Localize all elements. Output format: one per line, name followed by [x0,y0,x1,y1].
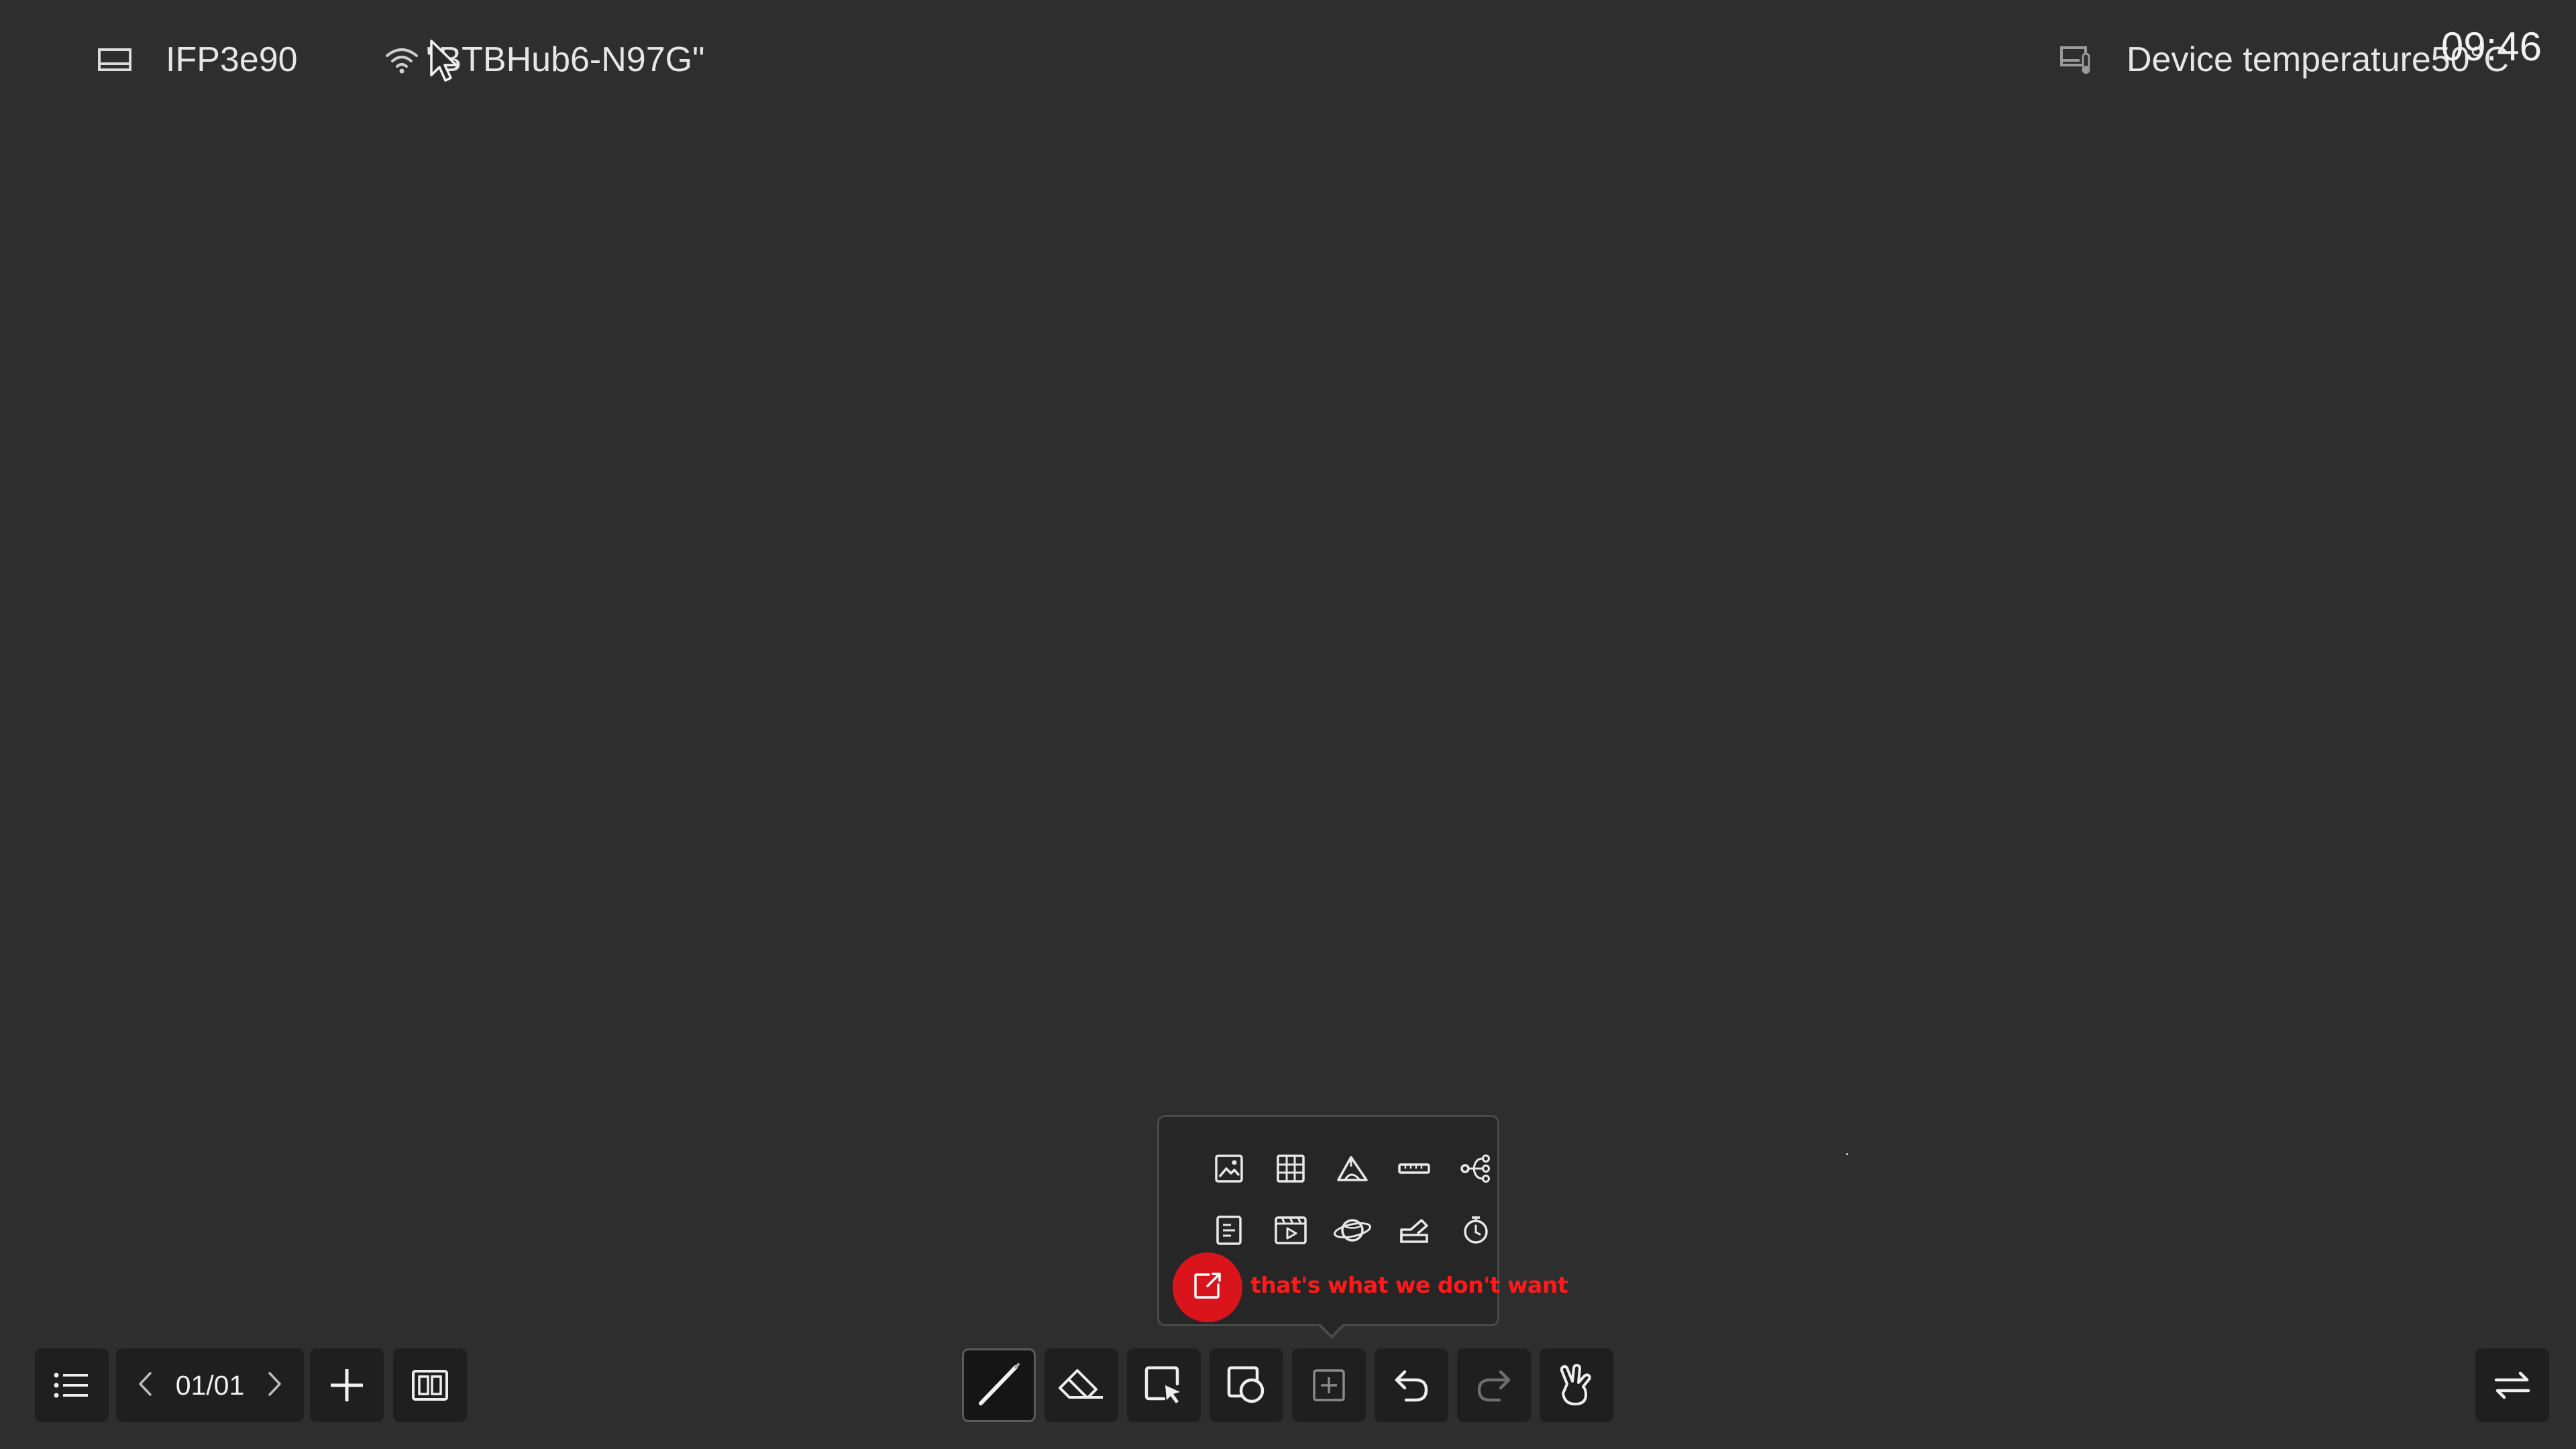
video-icon[interactable] [1269,1209,1312,1252]
page-overview-button[interactable] [393,1348,467,1422]
select-tool-button[interactable] [1127,1348,1201,1422]
image-icon[interactable] [1208,1147,1250,1190]
next-page-button[interactable] [258,1368,292,1402]
whiteboard-screen: IFP3e90 "BTBHub6-N97G" Device temperatur… [0,0,2576,1449]
eraser-icon [1057,1366,1106,1404]
mind-map-icon[interactable] [1454,1147,1497,1190]
switch-sides-button[interactable] [2475,1348,2549,1422]
undo-icon [1393,1368,1430,1403]
shapes-icon [1226,1365,1267,1405]
select-icon [1144,1365,1184,1405]
undo-button[interactable] [1375,1348,1448,1422]
annotation-label: that's what we don't want [1250,1272,1568,1298]
chevron-right-icon [267,1371,283,1401]
notes-icon[interactable] [1208,1209,1250,1252]
pen-tool-button[interactable] [962,1348,1036,1422]
mouse-cursor-icon [429,39,460,87]
more-tools-icon [1311,1368,1346,1403]
more-tools-button[interactable] [1292,1348,1366,1422]
device-temperature-icon [2059,44,2127,75]
redo-icon [1475,1368,1513,1403]
eraser-tool-button[interactable] [1044,1348,1118,1422]
switch-sides-icon [2493,1369,2531,1401]
add-page-button[interactable] [310,1348,384,1422]
canvas-stroke-dot [1846,1153,1848,1155]
shapes-tool-button[interactable] [1210,1348,1283,1422]
wifi-icon [384,45,426,74]
export-share-button[interactable] [1173,1252,1242,1322]
timer-icon[interactable] [1454,1209,1497,1252]
table-icon[interactable] [1269,1147,1312,1190]
popup-pointer [1318,1324,1345,1339]
export-share-icon [1193,1271,1222,1304]
page-overview-icon [411,1369,449,1401]
list-menu-icon [53,1371,91,1400]
device-name: IFP3e90 [166,40,298,79]
education-icon[interactable] [1393,1209,1436,1252]
plus-icon [328,1366,366,1404]
pen-icon [975,1362,1022,1409]
network-name: "BTBHub6-N97G" [426,40,705,79]
gesture-icon [1556,1364,1597,1407]
redo-button[interactable] [1457,1348,1531,1422]
gesture-tool-button[interactable] [1540,1348,1613,1422]
menu-button[interactable] [35,1348,109,1422]
device-info[interactable]: IFP3e90 [97,39,298,80]
status-bar: IFP3e90 "BTBHub6-N97G" Device temperatur… [0,0,2576,121]
clock: 09:46 [2440,24,2542,69]
ruler-icon[interactable] [1393,1147,1436,1190]
math-formula-icon[interactable] [1331,1147,1374,1190]
browser-globe-icon[interactable] [1331,1209,1374,1252]
display-icon [97,46,166,73]
page-navigator: 01/01 [116,1348,304,1422]
